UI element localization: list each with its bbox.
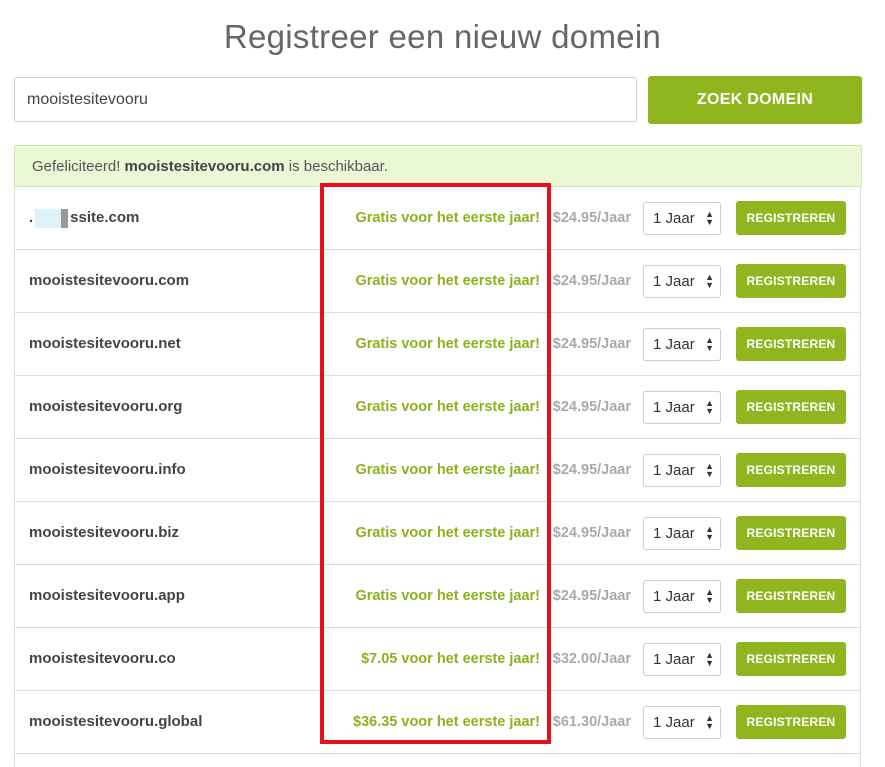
domain-row: mooistesitevooru.biz Gratis voor het eer… (15, 502, 860, 565)
period-value: 1 Jaar (653, 588, 695, 605)
period-value: 1 Jaar (653, 714, 695, 731)
domain-row: mooistesitevooru.app Gratis voor het eer… (15, 565, 860, 628)
domain-row: mooistesitevooru.net Gratis voor het eer… (15, 313, 860, 376)
domain-name: mooistesitevooru.org (29, 398, 183, 415)
period-value: 1 Jaar (653, 210, 695, 227)
domain-name: mooistesitevooru.app (29, 587, 185, 604)
promo-price: Gratis voor het eerste jaar! (355, 588, 540, 604)
regular-price: $32.00/Jaar (552, 651, 631, 667)
promo-price: Gratis voor het eerste jaar! (355, 336, 540, 352)
domain-name: mooistesitevooru.com (29, 272, 190, 289)
period-select[interactable]: 1 Jaar ▲ ▼ (643, 643, 721, 676)
domain-row: mooistesitevooru.global $36.35 voor het … (15, 691, 860, 754)
up-down-chevron-icon: ▲ ▼ (705, 587, 714, 605)
domain-name: mooistesitevooru.co (29, 650, 176, 667)
domain-results-list: . ssite.com Gratis voor het eerste jaar! … (14, 187, 861, 767)
up-down-chevron-icon: ▲ ▼ (705, 398, 714, 416)
up-down-chevron-icon: ▲ ▼ (705, 209, 714, 227)
domain-row: mooistesitevooru.info Gratis voor het ee… (15, 439, 860, 502)
register-button[interactable]: REGISTREREN (736, 327, 846, 361)
regular-price: $24.95/Jaar (552, 399, 631, 415)
regular-price: $24.95/Jaar (552, 462, 631, 478)
register-button[interactable]: REGISTREREN (736, 642, 846, 676)
regular-price: $24.95/Jaar (552, 210, 631, 226)
promo-price: Gratis voor het eerste jaar! (355, 273, 540, 289)
period-select[interactable]: 1 Jaar ▲ ▼ (643, 328, 721, 361)
page-title: Registreer een nieuw domein (223, 18, 662, 55)
register-button[interactable]: REGISTREREN (736, 390, 846, 424)
domain-name: ssite.com (70, 209, 140, 226)
up-down-chevron-icon: ▲ ▼ (705, 461, 714, 479)
banner-suffix: is beschikbaar. (288, 157, 388, 175)
domain-name: mooistesitevooru.net (29, 335, 181, 352)
promo-price: Gratis voor het eerste jaar! (355, 462, 540, 478)
register-button[interactable]: REGISTREREN (736, 264, 846, 298)
register-button[interactable]: REGISTREREN (736, 705, 846, 739)
period-value: 1 Jaar (653, 336, 695, 353)
regular-price: $24.95/Jaar (552, 588, 631, 604)
domain-row: mooistesitevooru.com Gratis voor het eer… (15, 250, 860, 313)
period-value: 1 Jaar (653, 525, 695, 542)
regular-price: $61.30/Jaar (552, 714, 631, 730)
domain-name: mooistesitevooru.global (29, 713, 203, 730)
promo-price: Gratis voor het eerste jaar! (355, 210, 540, 226)
register-button[interactable]: REGISTREREN (736, 579, 846, 613)
period-select[interactable]: 1 Jaar ▲ ▼ (643, 265, 721, 298)
promo-price: $36.35 voor het eerste jaar! (353, 714, 540, 730)
period-select[interactable]: 1 Jaar ▲ ▼ (643, 391, 721, 424)
period-select[interactable]: 1 Jaar ▲ ▼ (643, 706, 721, 739)
redacted-mark: . (29, 209, 34, 226)
register-button[interactable]: REGISTREREN (736, 516, 846, 550)
banner-domain: mooistesitevooru.com (124, 157, 285, 175)
redaction-block (61, 208, 69, 228)
domain-row: . ssite.com Gratis voor het eerste jaar! … (15, 187, 860, 250)
domain-search-input[interactable] (14, 77, 637, 122)
up-down-chevron-icon: ▲ ▼ (705, 524, 714, 542)
period-select[interactable]: 1 Jaar ▲ ▼ (643, 454, 721, 487)
up-down-chevron-icon: ▲ ▼ (705, 272, 714, 290)
period-value: 1 Jaar (653, 273, 695, 290)
search-domain-button[interactable]: ZOEK DOMEIN (648, 76, 862, 124)
redaction-block (35, 208, 62, 228)
promo-price: Gratis voor het eerste jaar! (355, 525, 540, 541)
domain-row: mooistesitevooru.co $7.05 voor het eerst… (15, 628, 860, 691)
promo-price: Gratis voor het eerste jaar! (355, 399, 540, 415)
register-button[interactable]: REGISTREREN (736, 201, 846, 235)
period-value: 1 Jaar (653, 651, 695, 668)
period-select[interactable]: 1 Jaar ▲ ▼ (643, 202, 721, 235)
domain-name: mooistesitevooru.biz (29, 524, 180, 541)
period-value: 1 Jaar (653, 399, 695, 416)
domain-row: mooistesitevooru.org Gratis voor het eer… (15, 376, 860, 439)
regular-price: $24.95/Jaar (552, 525, 631, 541)
up-down-chevron-icon: ▲ ▼ (705, 335, 714, 353)
up-down-chevron-icon: ▲ ▼ (705, 713, 714, 731)
domain-name: mooistesitevooru.info (29, 461, 186, 478)
promo-price: $7.05 voor het eerste jaar! (361, 651, 540, 667)
availability-banner: Gefeliciteerd! mooistesitevooru.com is b… (14, 145, 862, 187)
period-select[interactable]: 1 Jaar ▲ ▼ (643, 517, 721, 550)
period-value: 1 Jaar (653, 462, 695, 479)
up-down-chevron-icon: ▲ ▼ (705, 650, 714, 668)
period-select[interactable]: 1 Jaar ▲ ▼ (643, 580, 721, 613)
banner-prefix: Gefeliciteerd! (32, 157, 121, 175)
regular-price: $24.95/Jaar (552, 336, 631, 352)
regular-price: $24.95/Jaar (552, 273, 631, 289)
register-button[interactable]: REGISTREREN (736, 453, 846, 487)
